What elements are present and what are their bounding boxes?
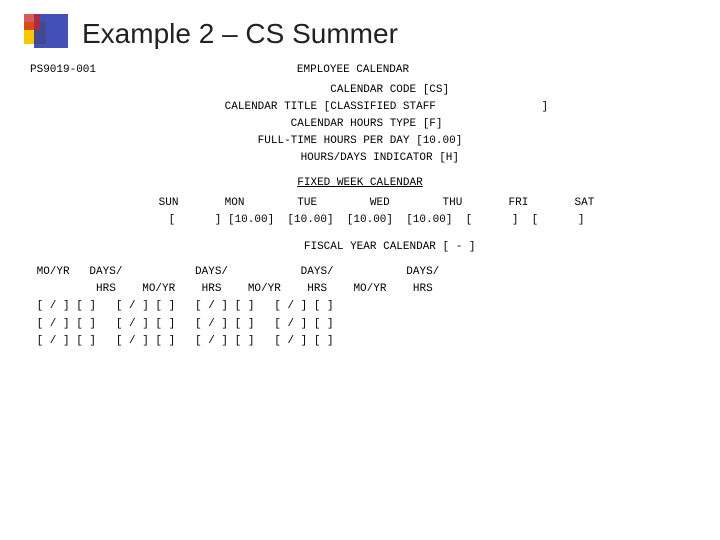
- week-table: SUN MON TUE WED THU FRI SAT [ ] [10.00] …: [30, 195, 690, 229]
- mo-yr-rows: [ / ] [ ] [ / ] [ ] [ / ] [ ] [ / ] [ ] …: [30, 298, 690, 349]
- page-title: Example 2 – CS Summer: [82, 18, 398, 50]
- mo-yr-headers: MO/YR DAYS/ DAYS/ DAYS/ DAYS/ HRS MO/YR …: [30, 264, 690, 298]
- top-bar: PS9019-001 EMPLOYEE CALENDAR: [30, 64, 690, 76]
- fixed-week-title: FIXED WEEK CALENDAR: [30, 177, 690, 189]
- screen-title: EMPLOYEE CALENDAR: [96, 64, 610, 76]
- fiscal-year-line: FISCAL YEAR CALENDAR [ - ]: [30, 239, 690, 256]
- fiscal-section: FISCAL YEAR CALENDAR [ - ]: [30, 239, 690, 256]
- logo: [24, 14, 68, 58]
- logo-red: [24, 14, 40, 30]
- calendar-code-line: CALENDAR CODE [CS] CALENDAR TITLE [CLASS…: [30, 82, 690, 167]
- page-header: Example 2 – CS Summer: [0, 0, 720, 60]
- main-content: PS9019-001 EMPLOYEE CALENDAR CALENDAR CO…: [0, 60, 720, 350]
- program-id: PS9019-001: [30, 64, 96, 76]
- calendar-info: CALENDAR CODE [CS] CALENDAR TITLE [CLASS…: [30, 82, 690, 167]
